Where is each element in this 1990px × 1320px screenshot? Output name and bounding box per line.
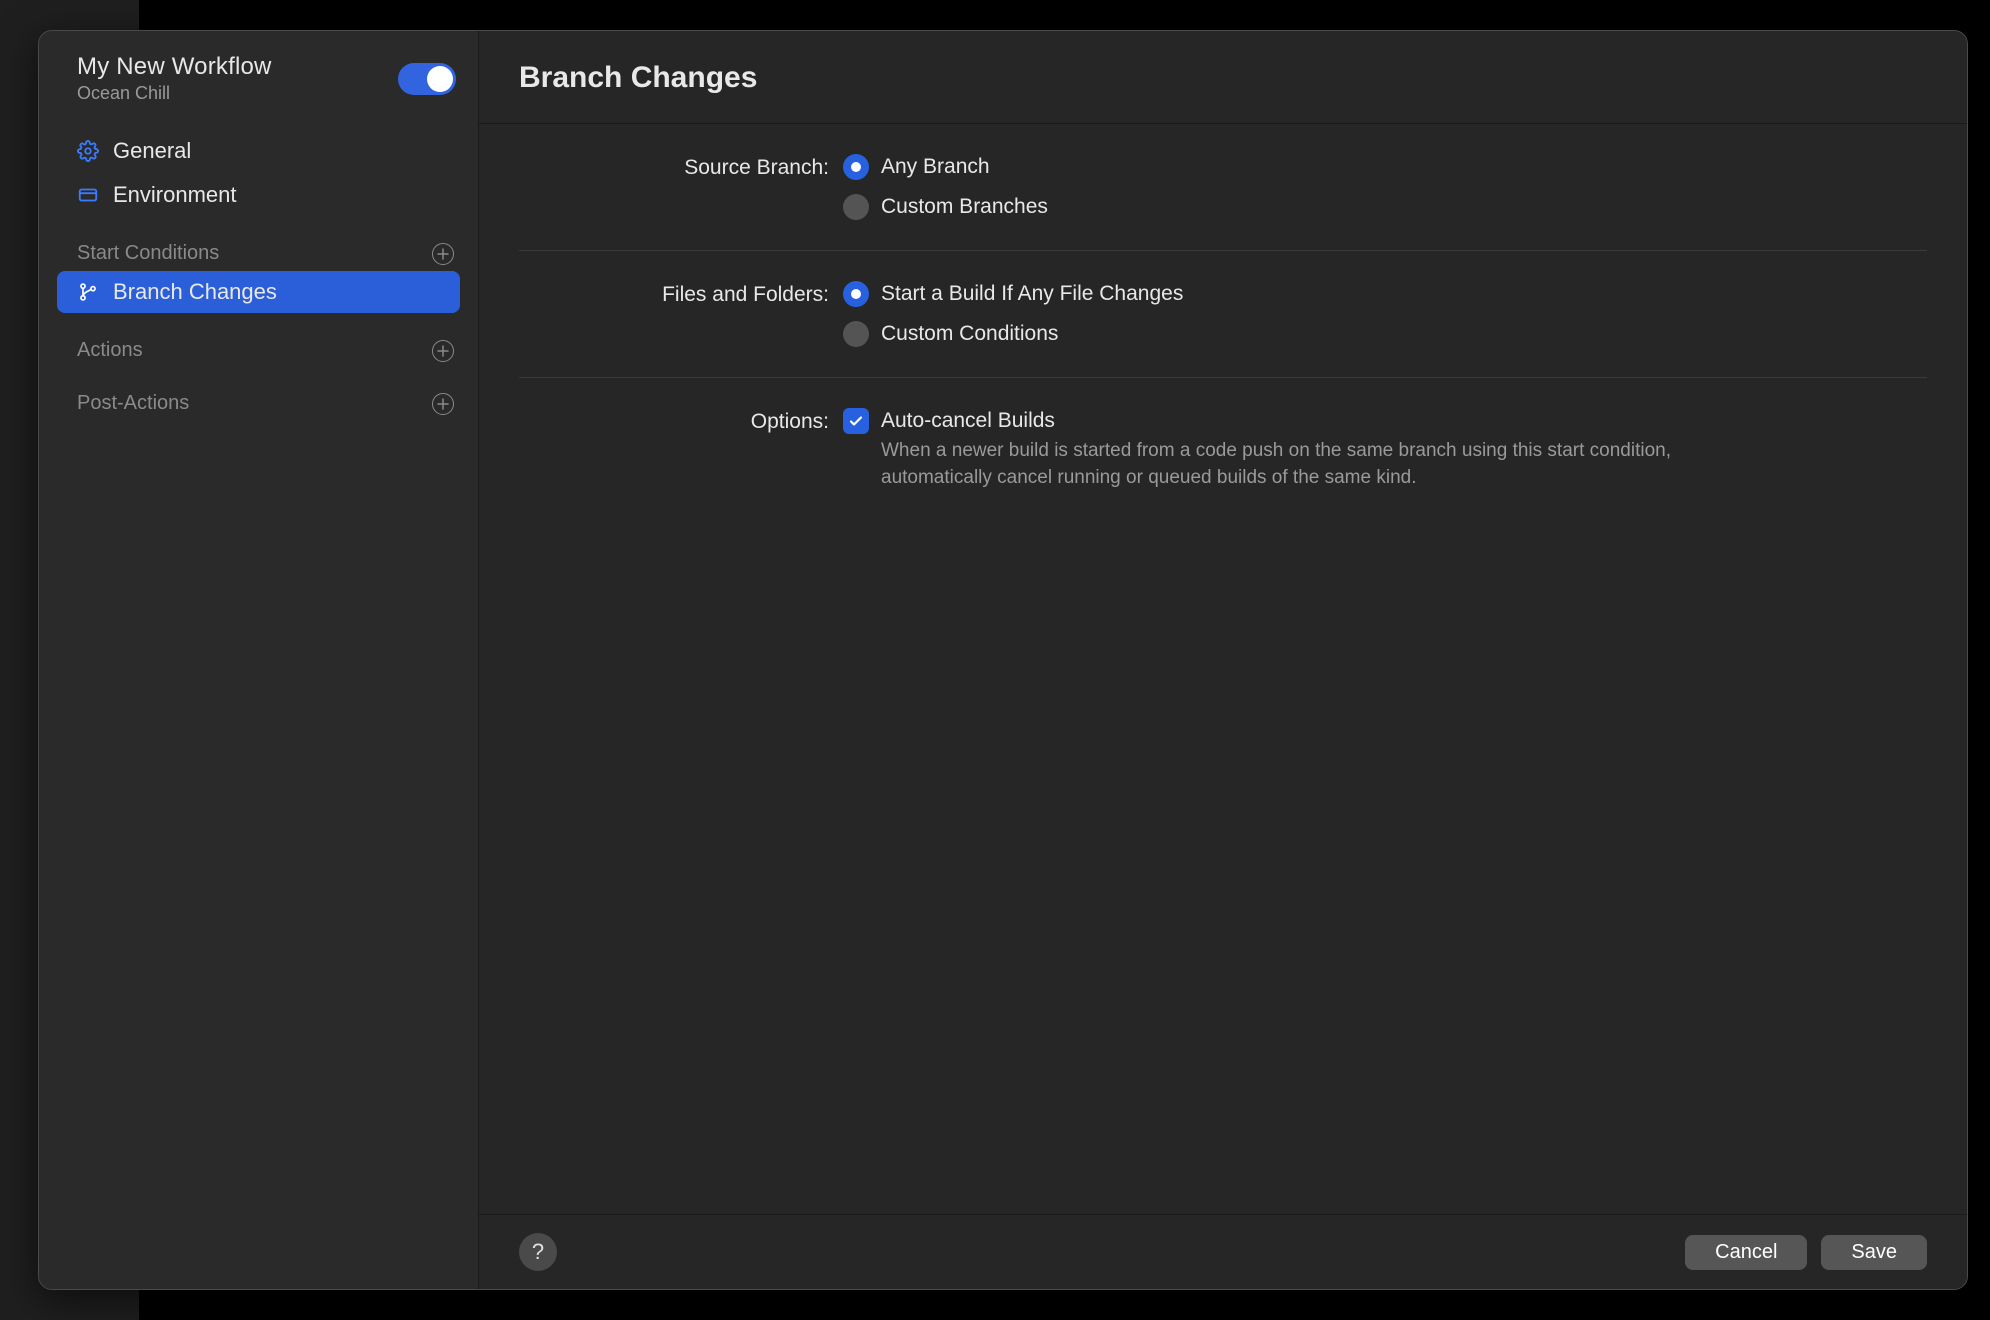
radio-custom-branches[interactable]	[843, 194, 869, 220]
add-start-condition-button[interactable]	[432, 243, 454, 265]
radio-label: Any Branch	[881, 154, 990, 180]
gear-icon	[77, 140, 99, 162]
workflow-title: My New Workflow	[77, 53, 272, 81]
workflow-enabled-toggle[interactable]	[398, 63, 456, 95]
check-row-auto-cancel[interactable]: Auto-cancel Builds When a newer build is…	[843, 408, 1927, 491]
sidebar-header: My New Workflow Ocean Chill	[39, 53, 478, 122]
check-description: When a newer build is started from a cod…	[881, 438, 1761, 491]
radio-any-branch[interactable]	[843, 154, 869, 180]
source-branch-label: Source Branch:	[684, 156, 829, 179]
save-button[interactable]: Save	[1821, 1235, 1927, 1270]
main-content: Source Branch: Any Branch Custom Branche…	[479, 124, 1967, 1214]
page-title: Branch Changes	[519, 61, 1927, 95]
form-group-source-branch: Source Branch: Any Branch Custom Branche…	[519, 124, 1927, 251]
form-group-files-folders: Files and Folders: Start a Build If Any …	[519, 251, 1927, 378]
sidebar-item-label: General	[113, 138, 191, 164]
checkbox-auto-cancel[interactable]	[843, 408, 869, 434]
section-header-post-actions: Post-Actions	[39, 376, 478, 421]
form-control-col: Auto-cancel Builds When a newer build is…	[843, 408, 1927, 491]
section-label: Actions	[77, 339, 143, 362]
environment-icon	[77, 184, 99, 206]
footer-buttons: Cancel Save	[1685, 1235, 1927, 1270]
git-branch-icon	[77, 281, 99, 303]
form-label-col: Options:	[519, 408, 829, 491]
sidebar-header-text: My New Workflow Ocean Chill	[77, 53, 272, 104]
files-folders-label: Files and Folders:	[662, 283, 829, 306]
main-header: Branch Changes	[479, 31, 1967, 124]
help-button[interactable]: ?	[519, 1233, 557, 1271]
sidebar-item-branch-changes[interactable]: Branch Changes	[57, 271, 460, 313]
workflow-editor-modal: My New Workflow Ocean Chill General	[38, 30, 1968, 1290]
radio-row-custom-branches[interactable]: Custom Branches	[843, 194, 1927, 220]
add-action-button[interactable]	[432, 340, 454, 362]
workflow-subtitle: Ocean Chill	[77, 83, 272, 104]
check-text-col: Auto-cancel Builds When a newer build is…	[881, 408, 1761, 491]
section-header-actions: Actions	[39, 323, 478, 368]
form-control-col: Any Branch Custom Branches	[843, 154, 1927, 220]
main-panel: Branch Changes Source Branch: Any Branch…	[479, 31, 1967, 1289]
sidebar-item-general[interactable]: General	[57, 130, 460, 172]
form-group-options: Options: Auto-cancel Builds When a newer…	[519, 378, 1927, 521]
radio-label: Custom Branches	[881, 194, 1048, 220]
section-header-start-conditions: Start Conditions	[39, 226, 478, 271]
check-label: Auto-cancel Builds	[881, 408, 1761, 434]
form-control-col: Start a Build If Any File Changes Custom…	[843, 281, 1927, 347]
radio-label: Start a Build If Any File Changes	[881, 281, 1183, 307]
sidebar-item-label: Environment	[113, 182, 237, 208]
section-label: Post-Actions	[77, 392, 189, 415]
radio-custom-conditions[interactable]	[843, 321, 869, 347]
section-label: Start Conditions	[77, 242, 219, 265]
cancel-button[interactable]: Cancel	[1685, 1235, 1807, 1270]
radio-row-custom-conditions[interactable]: Custom Conditions	[843, 321, 1927, 347]
radio-label: Custom Conditions	[881, 321, 1058, 347]
radio-row-any-branch[interactable]: Any Branch	[843, 154, 1927, 180]
radio-row-any-file[interactable]: Start a Build If Any File Changes	[843, 281, 1927, 307]
form-label-col: Source Branch:	[519, 154, 829, 220]
main-footer: ? Cancel Save	[479, 1214, 1967, 1289]
sidebar-item-label: Branch Changes	[113, 279, 277, 305]
sidebar-nav-list: General Environment	[39, 122, 478, 218]
form-label-col: Files and Folders:	[519, 281, 829, 347]
radio-any-file-changes[interactable]	[843, 281, 869, 307]
options-label: Options:	[751, 410, 829, 433]
start-conditions-list: Branch Changes	[39, 271, 478, 315]
add-post-action-button[interactable]	[432, 393, 454, 415]
sidebar: My New Workflow Ocean Chill General	[39, 31, 479, 1289]
sidebar-item-environment[interactable]: Environment	[57, 174, 460, 216]
